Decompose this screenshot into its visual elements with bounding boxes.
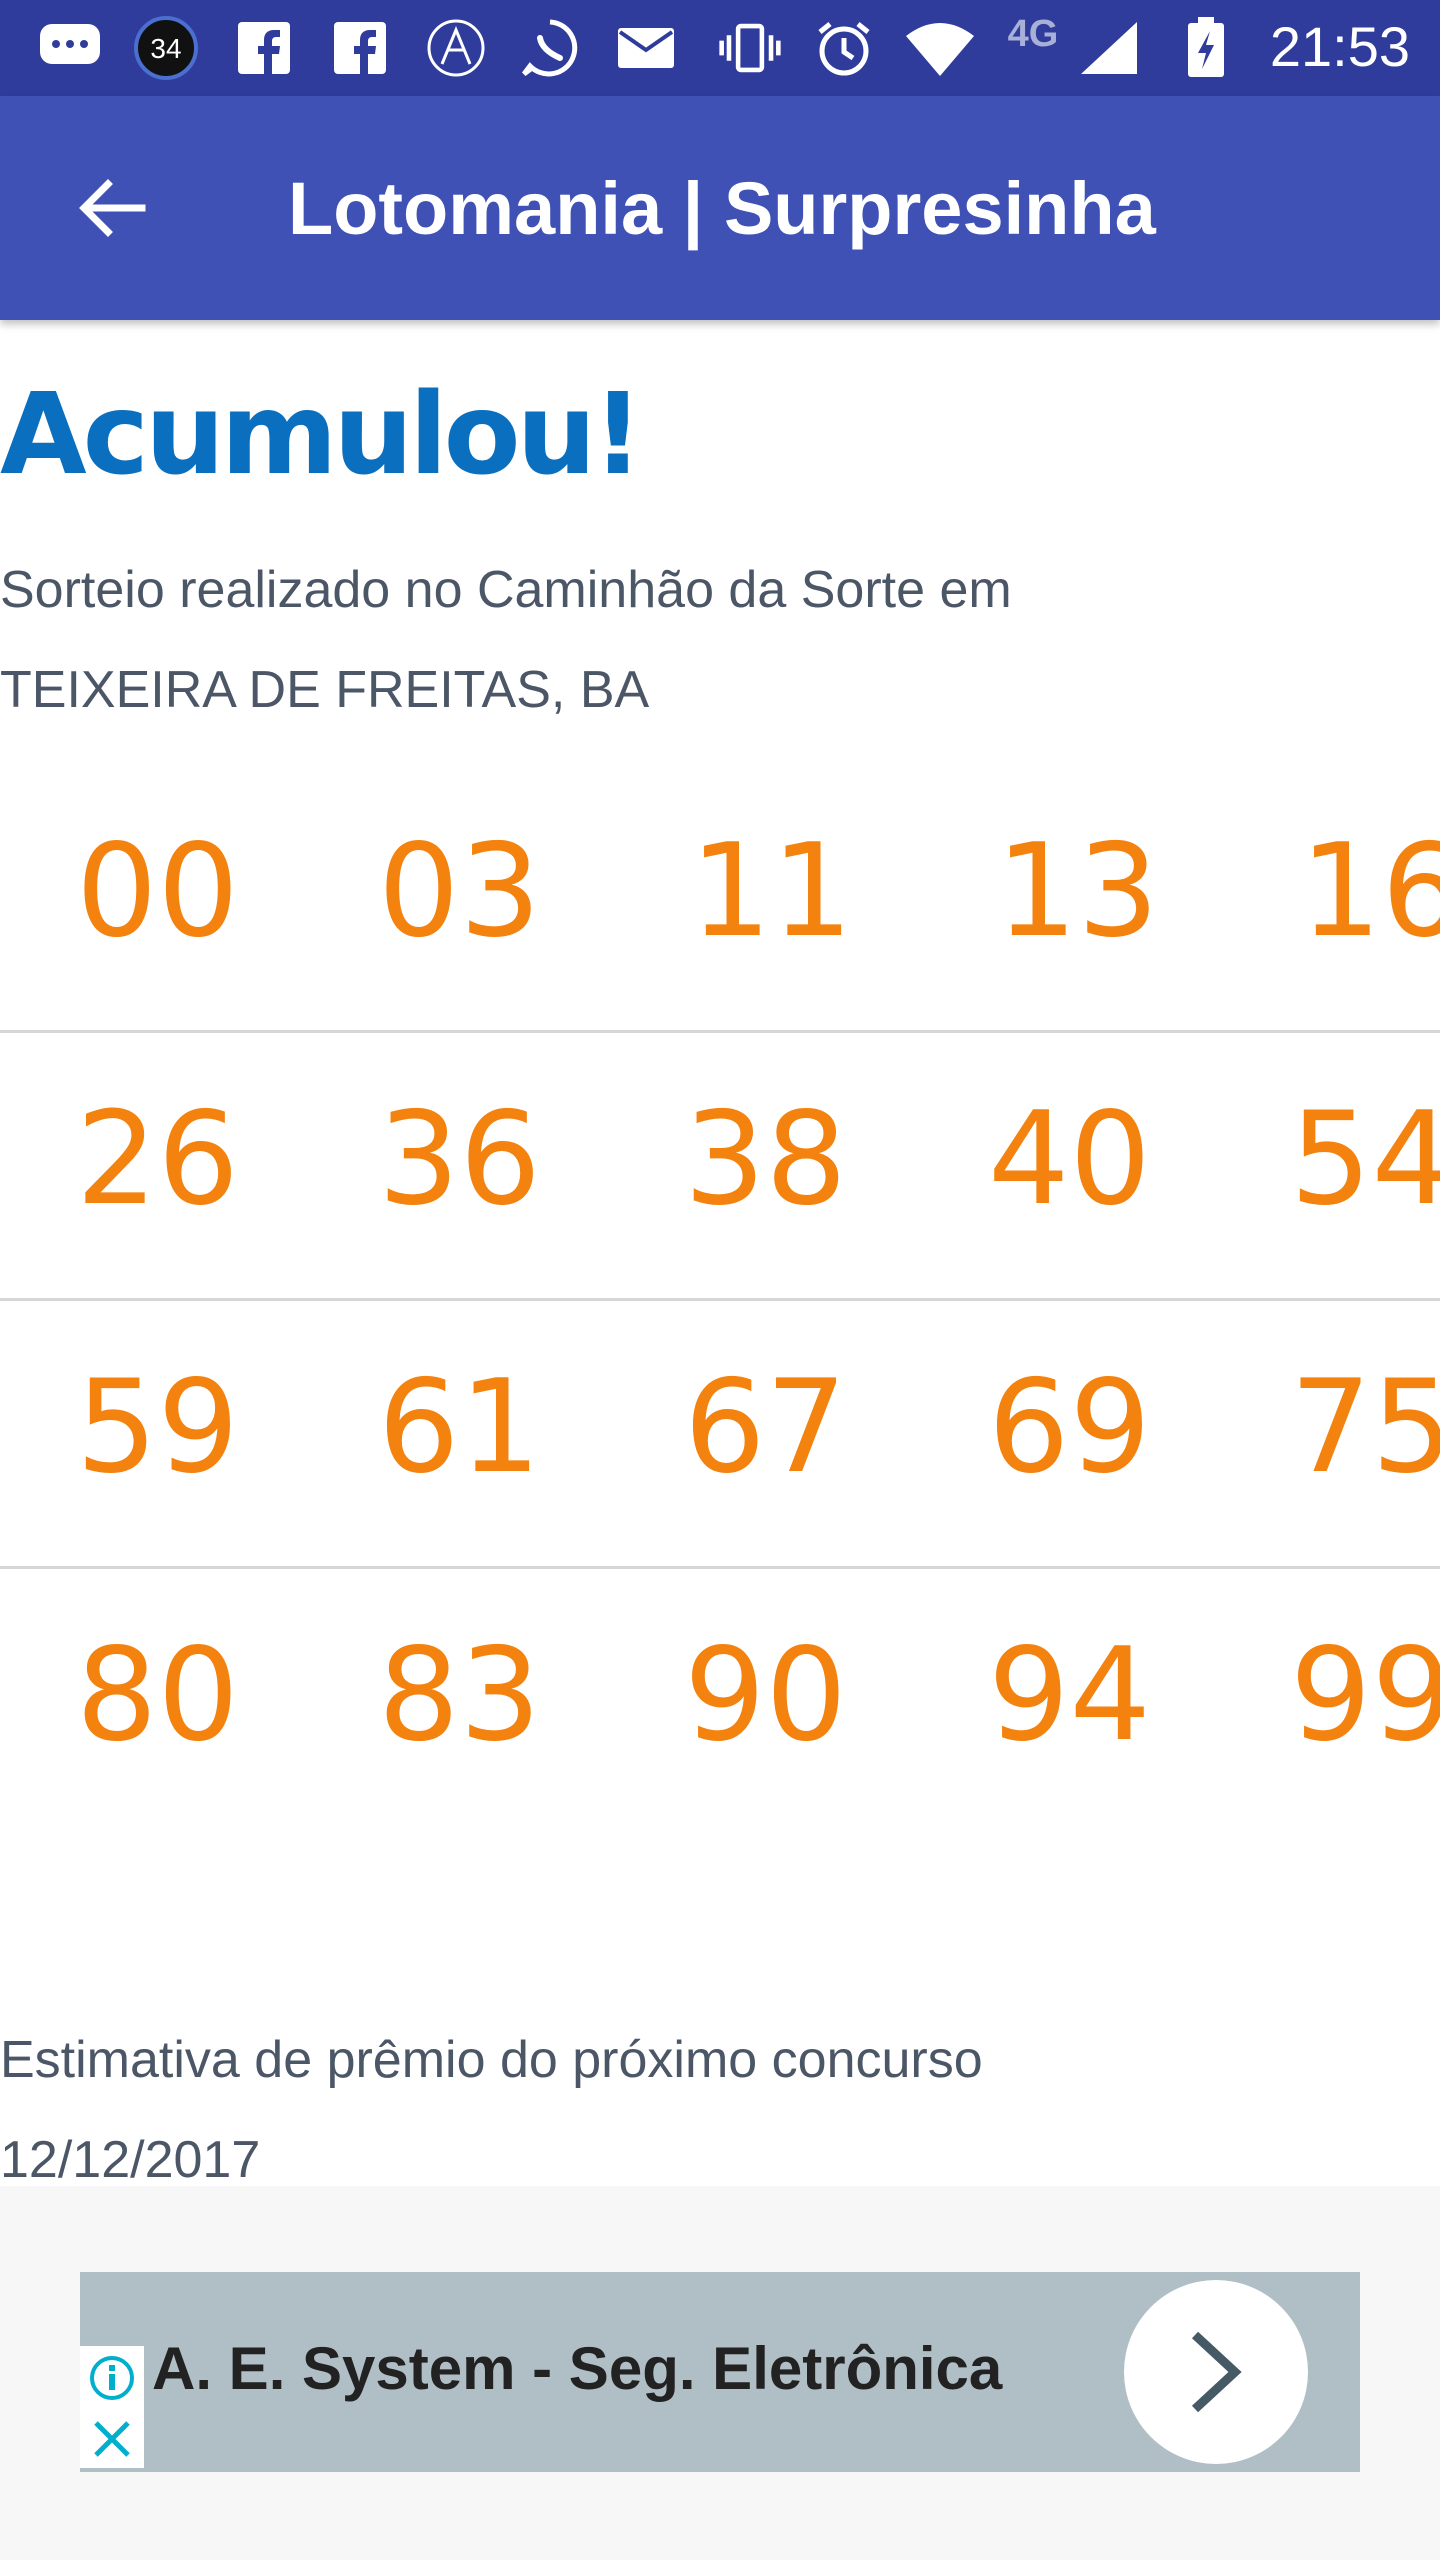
drawn-number: 59 <box>76 1353 239 1502</box>
drawn-number: 69 <box>988 1353 1151 1502</box>
screen: 34 4G 21:53 Lotomania | Surpresinha Acum… <box>0 0 1440 2560</box>
arrow-app-icon <box>424 16 488 80</box>
facebook-icon <box>328 16 392 80</box>
network-type-label: 4G <box>1007 12 1059 55</box>
ad-title[interactable]: A. E. System - Seg. Eletrônica <box>152 2334 1002 2403</box>
drawn-number: 38 <box>684 1085 847 1234</box>
whatsapp-icon <box>518 16 582 80</box>
ad-container: A. E. System - Seg. Eletrônica <box>0 2186 1440 2560</box>
back-button[interactable] <box>64 160 160 256</box>
chat-bubble-icon <box>38 16 102 80</box>
drawn-number: 61 <box>378 1353 541 1502</box>
draw-location: Sorteio realizado no Caminhão da Sorte e… <box>0 540 1300 740</box>
drawn-number: 03 <box>378 817 541 966</box>
drawn-number: 54 <box>1290 1085 1440 1234</box>
drawn-number: 94 <box>988 1621 1151 1770</box>
numbers-row: 00 03 11 13 16 <box>0 765 1440 1033</box>
drawn-number: 26 <box>76 1085 239 1234</box>
vibrate-icon <box>718 16 782 80</box>
signal-icon <box>1078 16 1142 80</box>
ad-open-button[interactable] <box>1124 2280 1308 2464</box>
page-title: Lotomania | Surpresinha <box>288 167 1156 250</box>
drawn-numbers-grid: 00 03 11 13 16 26 36 38 40 54 59 61 67 6… <box>0 765 1440 1837</box>
ad-banner[interactable]: A. E. System - Seg. Eletrônica <box>80 2272 1360 2472</box>
drawn-number: 13 <box>996 817 1159 966</box>
badge-34-icon: 34 <box>134 16 198 80</box>
status-clock: 21:53 <box>1269 15 1410 78</box>
drawn-number: 67 <box>684 1353 847 1502</box>
ad-choices[interactable] <box>80 2346 144 2468</box>
wifi-icon <box>900 16 980 80</box>
numbers-row: 59 61 67 69 75 <box>0 1301 1440 1569</box>
battery-charging-icon <box>1174 16 1238 80</box>
drawn-number: 00 <box>76 817 239 966</box>
status-bar: 34 4G 21:53 <box>0 0 1440 96</box>
facebook-icon <box>232 16 296 80</box>
numbers-row: 26 36 38 40 54 <box>0 1033 1440 1301</box>
drawn-number: 36 <box>378 1085 541 1234</box>
drawn-number: 16 <box>1300 817 1440 966</box>
drawn-number: 11 <box>690 817 853 966</box>
result-headline: Acumulou! <box>0 370 643 500</box>
drawn-number: 99 <box>1290 1621 1440 1770</box>
arrow-left-icon <box>79 179 146 237</box>
drawn-number: 83 <box>378 1621 541 1770</box>
network-label: 4G <box>990 12 1076 80</box>
numbers-row: 80 83 90 94 99 <box>0 1569 1440 1837</box>
mail-icon <box>614 16 678 80</box>
prize-estimate-label: Estimativa de prêmio do próximo concurso <box>0 2031 983 2089</box>
info-icon[interactable] <box>88 2354 136 2402</box>
drawn-number: 80 <box>76 1621 239 1770</box>
drawn-number: 75 <box>1290 1353 1440 1502</box>
chevron-right-icon <box>1191 2331 1242 2413</box>
drawn-number: 40 <box>988 1085 1151 1234</box>
badge-count: 34 <box>150 33 181 64</box>
close-icon[interactable] <box>90 2417 134 2461</box>
alarm-icon <box>812 16 876 80</box>
location-line-2: TEIXEIRA DE FREITAS, BA <box>0 661 650 719</box>
prize-estimate: Estimativa de prêmio do próximo concurso… <box>0 2010 983 2210</box>
location-line-1: Sorteio realizado no Caminhão da Sorte e… <box>0 561 1012 619</box>
drawn-number: 90 <box>684 1621 847 1770</box>
